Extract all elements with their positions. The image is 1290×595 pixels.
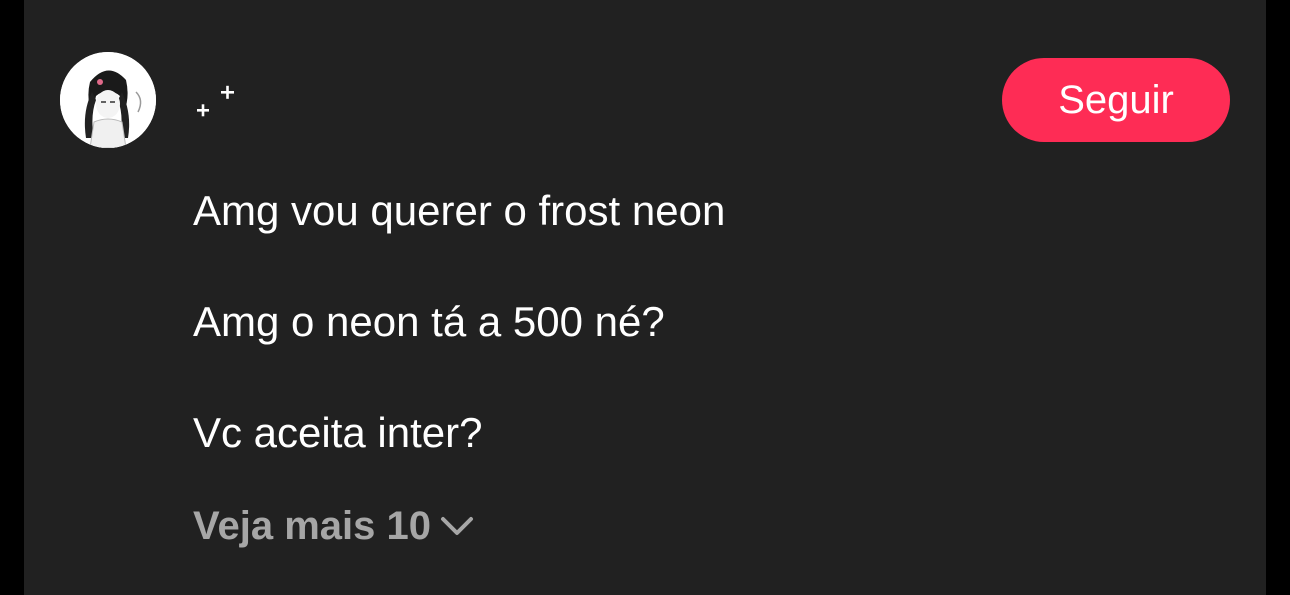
comment-text: Amg o neon tá a 500 né? <box>193 298 665 345</box>
avatar[interactable] <box>60 52 156 148</box>
chevron-down-icon <box>440 517 473 535</box>
comment-text: Amg vou querer o frost neon <box>193 187 726 234</box>
follow-button[interactable]: Seguir <box>1002 58 1230 142</box>
comment-text: Vc aceita inter? <box>193 409 483 456</box>
see-more-label: Veja mais 10 <box>193 503 431 548</box>
see-more-replies-button[interactable]: Veja mais 10 <box>193 501 477 551</box>
username-sparkles[interactable] <box>192 80 252 124</box>
sparkle-icon <box>197 85 234 117</box>
anime-girl-avatar-icon <box>60 52 156 148</box>
